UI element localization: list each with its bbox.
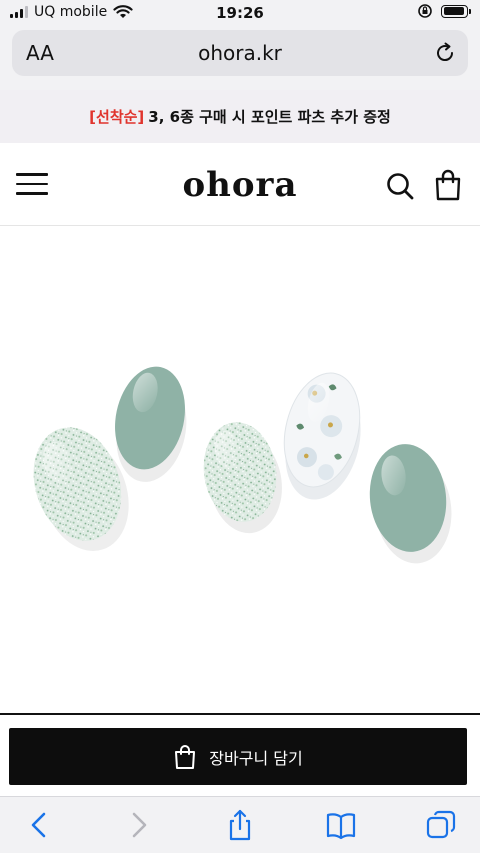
nail-set-illustration (33, 366, 452, 564)
search-icon[interactable] (385, 171, 415, 201)
add-to-cart-label: 장바구니 담기 (209, 748, 303, 768)
nail-clear-floral (283, 372, 361, 500)
browser-top-bar: AA ohora.kr (0, 26, 480, 90)
promo-banner[interactable]: [선착순] 3, 6종 구매 시 포인트 파츠 추가 증정 (0, 90, 480, 143)
shopping-bag-icon (175, 744, 196, 769)
shopping-bag-icon[interactable] (433, 169, 463, 201)
status-right (417, 3, 471, 19)
orientation-lock-icon (418, 4, 432, 18)
address-bar[interactable]: AA ohora.kr (12, 30, 468, 76)
url-text[interactable]: ohora.kr (12, 41, 468, 65)
nail-glitter-2 (203, 422, 282, 534)
bookmarks-icon[interactable] (324, 809, 358, 841)
browser-toolbar (0, 796, 480, 853)
back-icon[interactable] (22, 809, 56, 841)
promo-message: 3, 6종 구매 시 포인트 파츠 추가 증정 (148, 108, 391, 126)
status-bar: UQ mobile 19:26 (0, 0, 480, 26)
add-to-cart-button[interactable]: 장바구니 담기 (9, 728, 467, 785)
section-divider (0, 713, 480, 715)
forward-icon[interactable] (122, 809, 156, 841)
reload-icon[interactable] (432, 40, 458, 66)
product-image[interactable] (0, 226, 480, 713)
promo-tag: [선착순] (89, 108, 145, 126)
status-time: 19:26 (216, 4, 264, 22)
nail-sage-2 (369, 444, 452, 564)
site-header: ohora (0, 143, 480, 226)
share-icon[interactable] (223, 809, 257, 841)
battery-level (443, 7, 465, 15)
battery-icon (441, 4, 471, 18)
tabs-icon[interactable] (424, 809, 458, 841)
